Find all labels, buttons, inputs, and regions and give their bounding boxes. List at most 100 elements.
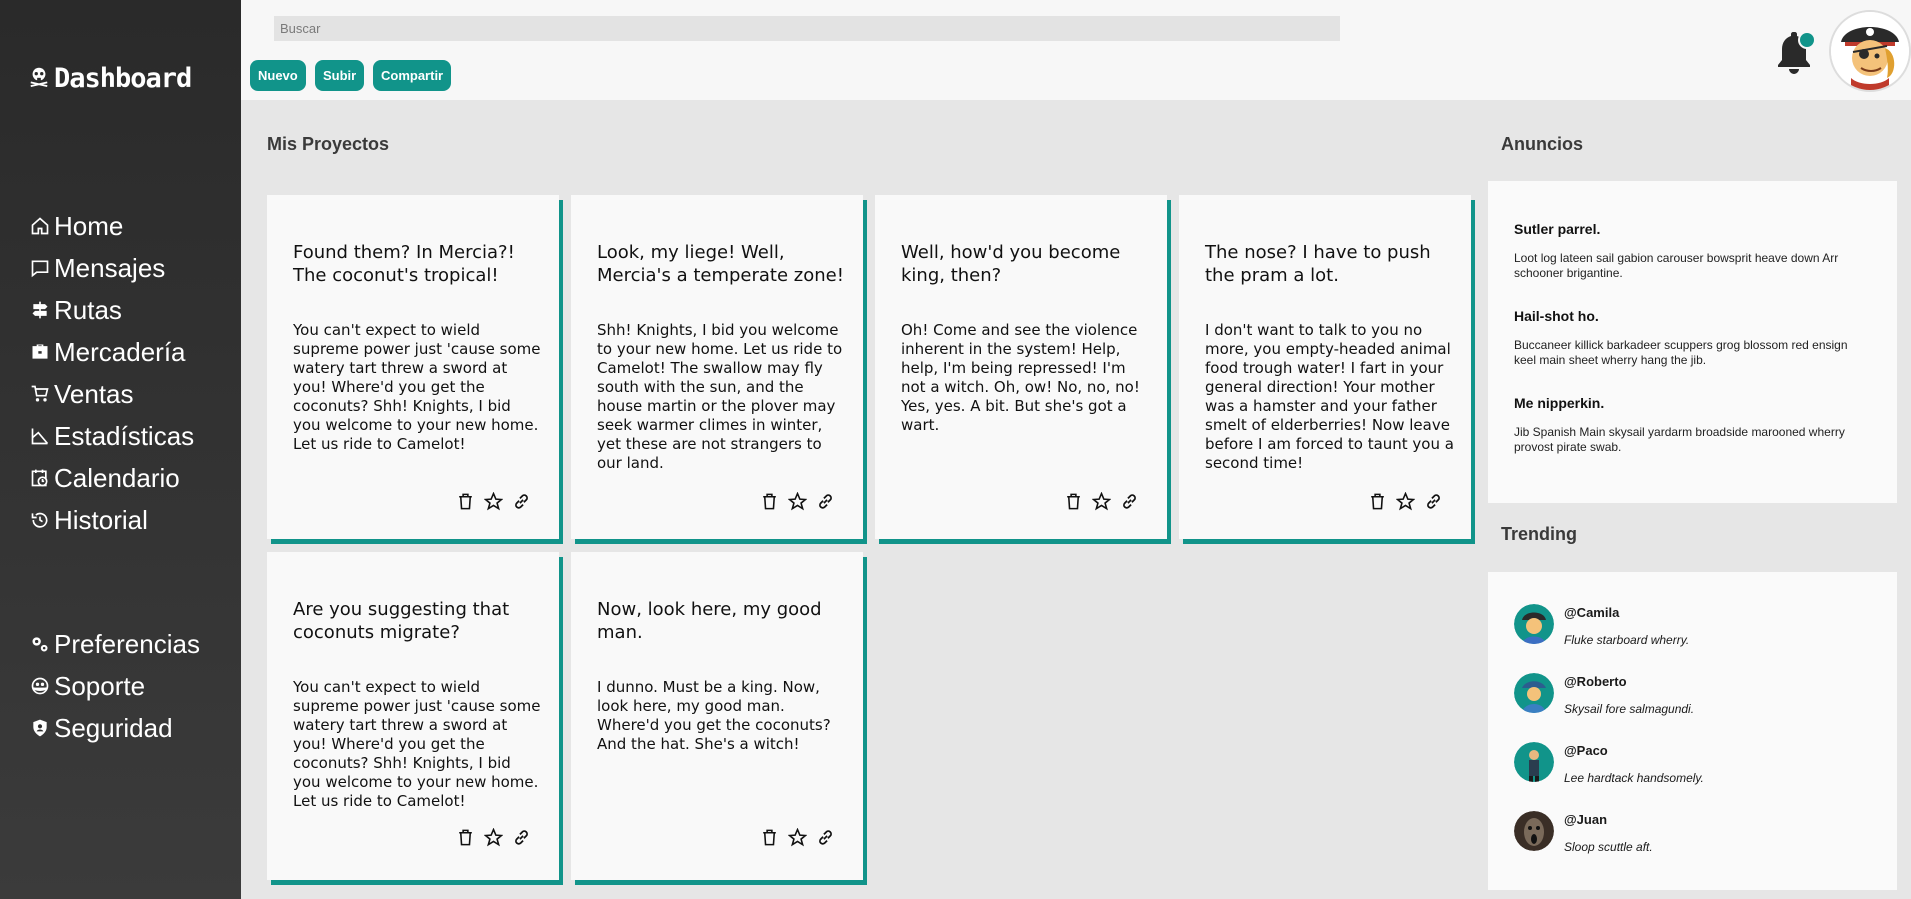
announcement-item[interactable]: Sutler parrel. Loot log lateen sail gabi…	[1488, 221, 1897, 281]
announcement-title: Sutler parrel.	[1514, 221, 1601, 237]
trending-user: @Roberto	[1564, 674, 1627, 689]
announcement-title: Hail-shot ho.	[1514, 308, 1599, 324]
card-title: Are you suggesting that coconuts migrate…	[293, 599, 510, 643]
star-icon[interactable]	[1091, 490, 1111, 512]
link-icon[interactable]	[511, 490, 531, 512]
project-card[interactable]: The nose? I have to push the pram a lot.…	[1179, 195, 1471, 539]
link-icon[interactable]	[815, 826, 835, 848]
announcement-body: Loot log lateen sail gabion carouser bow…	[1514, 251, 1839, 280]
sidebar-item-label: Historial	[54, 504, 148, 535]
avatar	[1514, 604, 1554, 644]
share-button[interactable]: Compartir	[373, 60, 452, 91]
trash-icon[interactable]	[1367, 490, 1387, 512]
card-title: Found them? In Mercia?! The coconut's tr…	[293, 242, 515, 286]
card-title: Now, look here, my good man.	[597, 599, 822, 643]
history-icon	[28, 508, 52, 532]
new-button[interactable]: Nuevo	[250, 60, 306, 91]
trending-item[interactable]: @Juan Sloop scuttle aft.	[1514, 811, 1653, 854]
card-body: Shh! Knights, I bid you welcome to your …	[597, 321, 843, 472]
sidebar: Dashboard Home Mensajes Rutas Mercadería…	[0, 0, 241, 899]
trash-icon[interactable]	[759, 490, 779, 512]
announcement-item[interactable]: Hail-shot ho. Buccaneer killick barkadee…	[1488, 308, 1897, 368]
sidebar-item-soporte[interactable]: Soporte	[28, 665, 200, 707]
card-body: You can't expect to wield supreme power …	[293, 678, 541, 810]
trending-message: Sloop scuttle aft.	[1564, 840, 1653, 854]
avatar	[1514, 811, 1554, 851]
project-card[interactable]: Well, how'd you become king, then? Oh! C…	[875, 195, 1167, 539]
card-actions	[1063, 490, 1139, 512]
trending-message: Lee hardtack handsomely.	[1564, 771, 1704, 785]
project-card[interactable]: Look, my liege! Well, Mercia's a tempera…	[571, 195, 863, 539]
pirate-logo-icon	[28, 65, 50, 92]
link-icon[interactable]	[1119, 490, 1139, 512]
link-icon[interactable]	[511, 826, 531, 848]
announcement-item[interactable]: Me nipperkin. Jib Spanish Main skysail y…	[1488, 395, 1897, 455]
star-icon[interactable]	[483, 490, 503, 512]
pirate-avatar-icon	[1831, 12, 1909, 90]
announcements-panel: Sutler parrel. Loot log lateen sail gabi…	[1488, 181, 1897, 503]
sidebar-item-rutas[interactable]: Rutas	[28, 289, 194, 331]
sidebar-item-mercaderia[interactable]: Mercadería	[28, 331, 194, 373]
brand-title: Dashboard	[54, 63, 192, 94]
card-body: Oh! Come and see the violence inherent i…	[901, 321, 1140, 434]
card-body: You can't expect to wield supreme power …	[293, 321, 541, 453]
project-card[interactable]: Now, look here, my good man. I dunno. Mu…	[571, 552, 863, 880]
trending-item[interactable]: @Paco Lee hardtack handsomely.	[1514, 742, 1704, 785]
sidebar-item-seguridad[interactable]: Seguridad	[28, 707, 200, 749]
notification-dot	[1798, 31, 1816, 49]
announcement-body: Jib Spanish Main skysail yardarm broadsi…	[1514, 425, 1845, 454]
user-avatar[interactable]	[1829, 10, 1911, 92]
main-nav: Home Mensajes Rutas Mercadería Ventas Es…	[28, 205, 194, 541]
sidebar-item-label: Soporte	[54, 670, 146, 701]
sidebar-item-home[interactable]: Home	[28, 205, 194, 247]
star-icon[interactable]	[787, 826, 807, 848]
brand[interactable]: Dashboard	[28, 63, 192, 94]
sidebar-item-calendario[interactable]: Calendario	[28, 457, 194, 499]
sidebar-item-label: Rutas	[54, 294, 122, 325]
sidebar-item-label: Preferencias	[54, 628, 200, 659]
trending-title: Trending	[1501, 524, 1577, 544]
sidebar-item-label: Mensajes	[54, 252, 166, 283]
notification-bell[interactable]	[1773, 28, 1817, 74]
star-icon[interactable]	[483, 826, 503, 848]
sidebar-item-mensajes[interactable]: Mensajes	[28, 247, 194, 289]
card-title: Well, how'd you become king, then?	[901, 242, 1121, 286]
project-card[interactable]: Are you suggesting that coconuts migrate…	[267, 552, 559, 880]
search-input[interactable]	[274, 16, 1340, 41]
cart-icon	[28, 382, 52, 406]
project-card[interactable]: Found them? In Mercia?! The coconut's tr…	[267, 195, 559, 539]
trending-user: @Paco	[1564, 743, 1608, 758]
calendar-clock-icon	[28, 466, 52, 490]
sidebar-item-label: Home	[54, 210, 124, 241]
card-body: I dunno. Must be a king. Now, look here,…	[597, 678, 831, 753]
trending-item[interactable]: @Camila Fluke starboard wherry.	[1514, 604, 1689, 647]
trash-icon[interactable]	[1063, 490, 1083, 512]
card-actions	[455, 490, 531, 512]
sidebar-item-estadisticas[interactable]: Estadísticas	[28, 415, 194, 457]
header: Nuevo Subir Compartir	[241, 0, 1911, 100]
star-icon[interactable]	[787, 490, 807, 512]
card-actions	[759, 826, 835, 848]
card-title: The nose? I have to push the pram a lot.	[1205, 242, 1431, 286]
card-actions	[455, 826, 531, 848]
trash-icon[interactable]	[455, 490, 475, 512]
trending-message: Skysail fore salmagundi.	[1564, 702, 1695, 716]
trash-icon[interactable]	[455, 826, 475, 848]
link-icon[interactable]	[1423, 490, 1443, 512]
avatar	[1514, 742, 1554, 782]
star-icon[interactable]	[1395, 490, 1415, 512]
card-title: Look, my liege! Well, Mercia's a tempera…	[597, 242, 844, 286]
gears-icon	[28, 632, 52, 656]
upload-button[interactable]: Subir	[315, 60, 365, 91]
trending-user: @Juan	[1564, 812, 1608, 827]
home-icon	[28, 214, 52, 238]
trending-item[interactable]: @Roberto Skysail fore salmagundi.	[1514, 673, 1694, 716]
sidebar-item-preferencias[interactable]: Preferencias	[28, 623, 200, 665]
sidebar-item-historial[interactable]: Historial	[28, 499, 194, 541]
toolbox-icon	[28, 340, 52, 364]
link-icon[interactable]	[815, 490, 835, 512]
trash-icon[interactable]	[759, 826, 779, 848]
sidebar-item-ventas[interactable]: Ventas	[28, 373, 194, 415]
chart-icon	[28, 424, 52, 448]
projects-title: Mis Proyectos	[267, 134, 390, 154]
